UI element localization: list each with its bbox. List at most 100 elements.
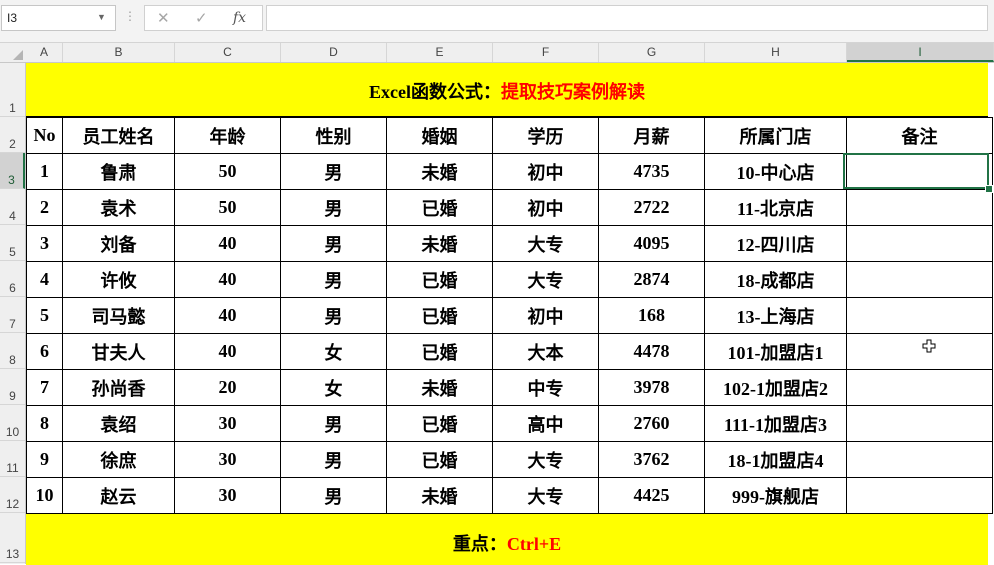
table-cell[interactable]: 女 — [280, 333, 387, 370]
table-cell[interactable]: 18-1加盟店4 — [704, 441, 847, 478]
header-cell[interactable]: 所属门店 — [704, 117, 847, 154]
table-cell[interactable]: 已婚 — [386, 441, 493, 478]
column-header-h[interactable]: H — [705, 43, 847, 62]
table-cell[interactable]: 男 — [280, 477, 387, 514]
footer-row[interactable]: 重点：Ctrl+E — [26, 513, 988, 565]
table-cell[interactable]: 40 — [174, 261, 281, 298]
table-cell[interactable]: 11-北京店 — [704, 189, 847, 226]
row-header-11[interactable]: 11 — [0, 441, 25, 477]
column-header-d[interactable]: D — [281, 43, 387, 62]
table-cell[interactable]: 已婚 — [386, 189, 493, 226]
enter-icon[interactable]: ✓ — [195, 9, 208, 27]
table-cell[interactable]: 未婚 — [386, 225, 493, 262]
table-cell[interactable]: 已婚 — [386, 333, 493, 370]
table-cell[interactable]: 大本 — [492, 333, 599, 370]
row-header-3[interactable]: 3 — [0, 153, 25, 189]
formula-input[interactable] — [266, 5, 988, 31]
table-cell[interactable]: 徐庶 — [62, 441, 175, 478]
table-cell[interactable] — [846, 369, 993, 406]
chevron-down-icon[interactable]: ▼ — [97, 12, 106, 22]
table-cell[interactable]: 102-1加盟店2 — [704, 369, 847, 406]
header-cell[interactable]: 年龄 — [174, 117, 281, 154]
table-cell[interactable] — [846, 189, 993, 226]
table-cell[interactable]: 袁术 — [62, 189, 175, 226]
table-cell[interactable]: 男 — [280, 261, 387, 298]
table-cell[interactable]: 30 — [174, 405, 281, 442]
table-cell[interactable]: 3762 — [598, 441, 705, 478]
table-cell[interactable]: 50 — [174, 153, 281, 190]
header-cell[interactable]: 性别 — [280, 117, 387, 154]
row-header-2[interactable]: 2 — [0, 117, 25, 153]
table-cell[interactable]: 10 — [26, 477, 63, 514]
column-header-b[interactable]: B — [63, 43, 175, 62]
table-cell[interactable] — [846, 441, 993, 478]
table-cell[interactable]: 40 — [174, 333, 281, 370]
table-cell[interactable]: 20 — [174, 369, 281, 406]
table-cell[interactable]: 1 — [26, 153, 63, 190]
table-cell[interactable]: 男 — [280, 225, 387, 262]
table-cell[interactable]: 初中 — [492, 153, 599, 190]
title-row[interactable]: Excel函数公式：提取技巧案例解读 — [26, 63, 988, 117]
table-cell[interactable] — [846, 405, 993, 442]
table-cell[interactable] — [846, 153, 993, 190]
header-cell[interactable]: No — [26, 117, 63, 154]
table-cell[interactable]: 30 — [174, 441, 281, 478]
table-cell[interactable]: 4 — [26, 261, 63, 298]
row-header-12[interactable]: 12 — [0, 477, 25, 513]
table-cell[interactable]: 40 — [174, 225, 281, 262]
table-cell[interactable]: 4735 — [598, 153, 705, 190]
table-cell[interactable]: 12-四川店 — [704, 225, 847, 262]
row-header-4[interactable]: 4 — [0, 189, 25, 225]
table-cell[interactable] — [846, 225, 993, 262]
table-cell[interactable]: 4425 — [598, 477, 705, 514]
table-cell[interactable]: 6 — [26, 333, 63, 370]
table-cell[interactable]: 甘夫人 — [62, 333, 175, 370]
header-cell[interactable]: 备注 — [846, 117, 993, 154]
table-cell[interactable]: 未婚 — [386, 153, 493, 190]
table-cell[interactable]: 大专 — [492, 441, 599, 478]
table-cell[interactable]: 3978 — [598, 369, 705, 406]
table-cell[interactable]: 女 — [280, 369, 387, 406]
table-cell[interactable]: 许攸 — [62, 261, 175, 298]
row-header-13[interactable]: 13 — [0, 513, 25, 563]
table-cell[interactable]: 男 — [280, 153, 387, 190]
table-cell[interactable]: 999-旗舰店 — [704, 477, 847, 514]
table-cell[interactable]: 男 — [280, 441, 387, 478]
table-cell[interactable]: 大专 — [492, 477, 599, 514]
header-cell[interactable]: 月薪 — [598, 117, 705, 154]
table-cell[interactable]: 4478 — [598, 333, 705, 370]
column-header-c[interactable]: C — [175, 43, 281, 62]
row-header-6[interactable]: 6 — [0, 261, 25, 297]
table-cell[interactable]: 18-成都店 — [704, 261, 847, 298]
table-cell[interactable]: 9 — [26, 441, 63, 478]
table-cell[interactable] — [846, 333, 993, 370]
table-cell[interactable]: 初中 — [492, 189, 599, 226]
table-cell[interactable]: 2 — [26, 189, 63, 226]
table-cell[interactable]: 高中 — [492, 405, 599, 442]
row-header-5[interactable]: 5 — [0, 225, 25, 261]
table-cell[interactable]: 30 — [174, 477, 281, 514]
table-cell[interactable] — [846, 297, 993, 334]
table-cell[interactable]: 40 — [174, 297, 281, 334]
table-cell[interactable]: 5 — [26, 297, 63, 334]
table-cell[interactable]: 2874 — [598, 261, 705, 298]
column-header-e[interactable]: E — [387, 43, 493, 62]
table-cell[interactable]: 孙尚香 — [62, 369, 175, 406]
table-cell[interactable]: 鲁肃 — [62, 153, 175, 190]
column-header-g[interactable]: G — [599, 43, 705, 62]
table-cell[interactable]: 101-加盟店1 — [704, 333, 847, 370]
table-cell[interactable]: 50 — [174, 189, 281, 226]
table-cell[interactable]: 168 — [598, 297, 705, 334]
header-cell[interactable]: 婚姻 — [386, 117, 493, 154]
insert-function-icon[interactable]: fx — [233, 10, 246, 26]
table-cell[interactable]: 未婚 — [386, 477, 493, 514]
table-cell[interactable]: 2722 — [598, 189, 705, 226]
header-cell[interactable]: 员工姓名 — [62, 117, 175, 154]
table-cell[interactable]: 中专 — [492, 369, 599, 406]
table-cell[interactable]: 8 — [26, 405, 63, 442]
row-header-7[interactable]: 7 — [0, 297, 25, 333]
table-cell[interactable]: 男 — [280, 297, 387, 334]
table-cell[interactable]: 10-中心店 — [704, 153, 847, 190]
name-box[interactable]: I3 ▼ — [1, 5, 116, 31]
table-cell[interactable]: 3 — [26, 225, 63, 262]
